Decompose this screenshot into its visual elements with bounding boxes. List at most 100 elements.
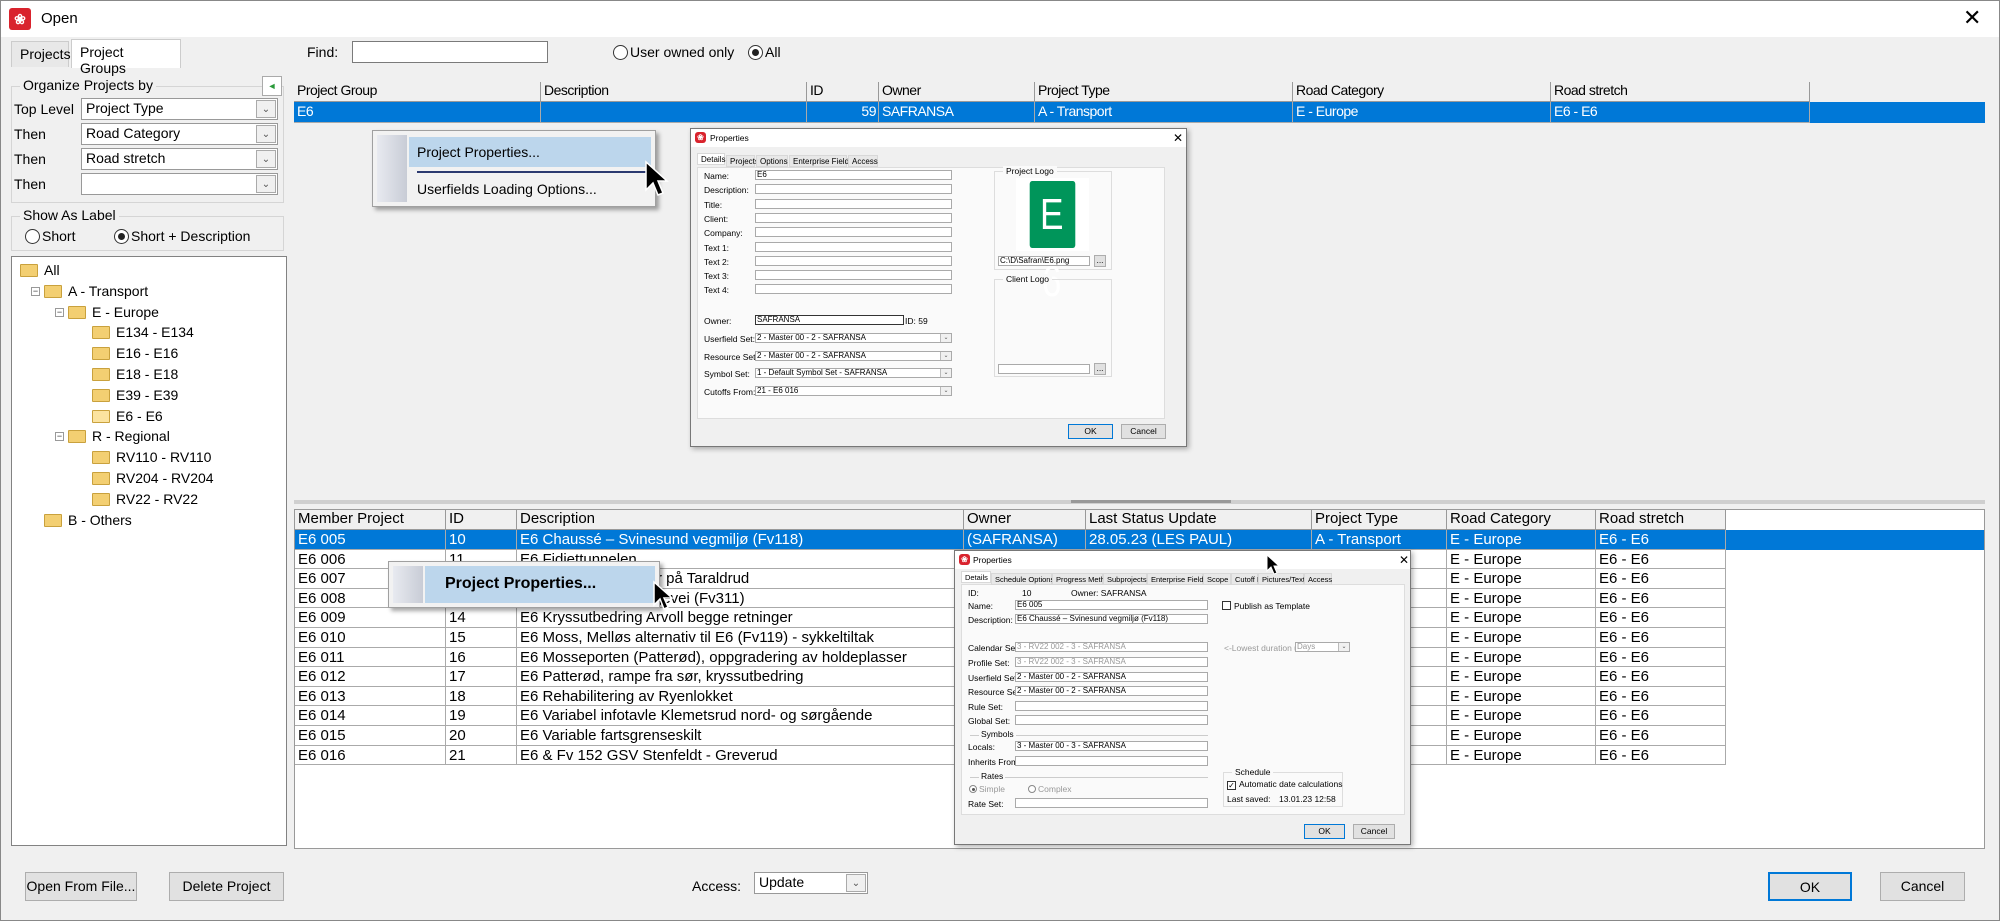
grid-cell[interactable]: A - Transport [1312,530,1447,550]
column-header[interactable]: Road Category [1447,510,1596,530]
grid-cell[interactable]: A - Transport [1035,102,1293,123]
grid-cell[interactable]: E6 Rehabilitering av Ryenlokket [517,686,964,707]
grid-cell[interactable]: E6 014 [295,706,446,726]
column-header[interactable]: ID [446,510,517,530]
delete-project-button[interactable]: Delete Project [169,872,284,901]
dialog-tab[interactable]: Access [1304,573,1332,585]
column-header[interactable]: Road Category [1293,82,1551,102]
all-radio[interactable]: All [748,44,781,60]
grid-cell[interactable]: E6 - E6 [1596,667,1726,687]
grid-cell[interactable]: E - Europe [1447,608,1596,628]
open-from-file-button[interactable]: Open From File... [25,872,137,901]
grid-cell[interactable]: E6 Mosseporten (Patterød), oppgradering … [517,647,964,668]
project-tree[interactable]: All − A - Transport − E - Europe E134 - E134 E… [11,256,287,846]
dialog-tab[interactable]: Cutoff Dates [1231,573,1277,585]
grid-cell[interactable]: E - Europe [1293,102,1551,123]
set-select[interactable]: 21 - E6 016 ⌄ [755,385,952,396]
tree-item[interactable]: R - Regional [68,426,170,446]
collapse-toggle-icon[interactable]: − [55,307,64,317]
menu-item-project-properties[interactable]: Project Properties... [425,566,655,603]
field-input[interactable] [755,227,952,238]
grid-cell[interactable]: E6 - E6 [1596,726,1726,746]
cancel-button[interactable]: Cancel [1353,824,1395,839]
tree-item[interactable]: B - Others [44,510,132,530]
column-header[interactable]: Description [517,510,964,530]
grid-cell[interactable]: E6 - E6 [1596,628,1726,648]
grid-cell[interactable] [541,102,807,123]
grid-cell[interactable]: E - Europe [1447,569,1596,589]
grid-cell[interactable]: 59 [807,102,879,123]
grid-cell[interactable]: E6 Variable fartsgrenseskilt [517,726,964,746]
column-header[interactable]: Owner [879,82,1035,102]
field-input[interactable] [755,270,952,281]
grid-cell[interactable]: E - Europe [1447,530,1596,550]
column-header[interactable]: Project Group [294,82,541,102]
dialog-tab[interactable]: Enterprise Fields [789,155,853,167]
tree-item[interactable]: A - Transport [44,281,148,301]
grid-cell[interactable]: E6 016 [295,745,446,766]
owner-input[interactable]: SAFRANSA [755,315,904,325]
grid-cell[interactable]: E6 - E6 [1596,745,1726,766]
grid-cell[interactable]: E6 Variabel infotavle Klemetsrud nord- o… [517,706,964,726]
dialog-tab[interactable]: Access [848,155,878,167]
grid-cell[interactable]: E6 011 [295,647,446,668]
grid-cell[interactable]: 14 [446,608,517,628]
locals-input[interactable]: 3 - Master 00 - 3 - SAFRANSA [1015,741,1208,751]
column-header[interactable]: Description [541,82,807,102]
field-input[interactable] [755,255,952,266]
grid-cell[interactable]: E6 & Fv 152 GSV Stenfeldt - Greverud [517,745,964,766]
tree-item[interactable]: E18 - E18 [92,364,178,384]
column-header[interactable]: Last Status Update [1086,510,1312,530]
tree-item[interactable]: E - Europe [68,302,159,322]
menu-item-project-properties[interactable]: Project Properties... [409,137,651,167]
short-radio[interactable]: Short [25,228,75,244]
grid-cell[interactable]: E6 [294,102,541,123]
grid-cell[interactable]: 28.05.23 (LES PAUL) [1086,530,1312,550]
grid-cell[interactable]: E6 Moss, Melløs alternativ til E6 (Fv119… [517,628,964,648]
grid-cell[interactable]: E6 - E6 [1596,686,1726,707]
grid-cell[interactable]: E6 009 [295,608,446,628]
field-input[interactable] [755,241,952,252]
tab-project-groups[interactable]: Project Groups [71,39,181,76]
field-input[interactable] [755,184,952,195]
grid-cell[interactable]: E6 Patterød, rampe fra sør, kryssutbedri… [517,667,964,687]
browse-client-logo-button[interactable]: ... [1094,363,1106,375]
close-icon[interactable]: ✕ [1173,131,1183,145]
grid-cell[interactable]: E6 - E6 [1596,647,1726,668]
access-select[interactable]: Update ⌄ [754,872,868,894]
set-input[interactable] [1015,715,1208,725]
grid-cell[interactable]: E - Europe [1447,745,1596,766]
dialog-tab[interactable]: Projects [726,155,759,167]
grid-cell[interactable]: 10 [446,530,517,550]
grid-cell[interactable]: E6 Chaussé – Svinesund vegmiljø (Fv118) [517,530,964,550]
dialog-tab[interactable]: Details [961,571,991,583]
column-header[interactable]: Member Project [295,510,446,530]
grid-cell[interactable]: E6 - E6 [1596,569,1726,589]
ok-button[interactable]: OK [1768,872,1852,901]
grid-cell[interactable]: E - Europe [1447,686,1596,707]
grid-cell[interactable]: E6 Kryssutbedring Arvoll begge retninger [517,608,964,628]
project-logo-path[interactable]: C:\D\Safran\E6.png [998,256,1090,266]
grid-cell[interactable]: E6 - E6 [1596,706,1726,726]
export-icon[interactable]: ◄ [262,76,282,96]
set-input[interactable]: 2 - Master 00 - 2 - SAFRANSA [1015,672,1208,682]
dialog-tab[interactable]: Subprojects [1103,573,1147,585]
grid-cell[interactable]: 21 [446,745,517,766]
set-input[interactable] [1015,701,1208,711]
column-header[interactable]: Road stretch [1596,510,1726,530]
cancel-button[interactable]: Cancel [1121,424,1166,439]
tree-item[interactable]: RV204 - RV204 [92,468,214,488]
grid-cell[interactable]: E6 - E6 [1596,530,1726,550]
column-header[interactable]: Owner [964,510,1086,530]
grid-cell[interactable]: E6 013 [295,686,446,707]
dialog-tab[interactable]: Schedule Options [991,573,1054,585]
grid-cell[interactable]: E6 010 [295,628,446,648]
grid-cell[interactable]: E6 - E6 [1551,102,1810,123]
automatic-date-calculations-checkbox[interactable]: ✓ Automatic date calculations [1227,779,1342,790]
ok-button[interactable]: OK [1304,824,1345,839]
grid-cell[interactable]: E - Europe [1447,549,1596,570]
ok-button[interactable]: OK [1068,424,1113,439]
grid-cell[interactable]: 17 [446,667,517,687]
close-icon[interactable]: ✕ [1399,553,1409,567]
tree-item[interactable]: RV110 - RV110 [92,447,211,467]
